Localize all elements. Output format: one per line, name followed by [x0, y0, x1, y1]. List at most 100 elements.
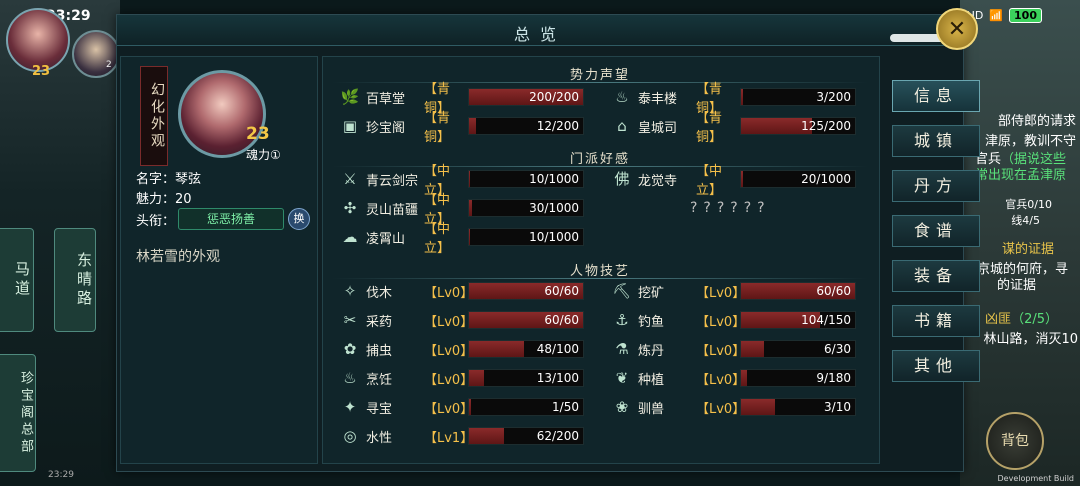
- quest-line: 部侍郎的请求: [997, 114, 1076, 129]
- skills-row[interactable]: ⚓ 钓鱼 【Lv0】 104/150: [612, 311, 856, 330]
- reputation-name: 皇城司: [638, 120, 678, 136]
- quest-line: 常出现在孟津原: [974, 168, 1066, 183]
- pot-icon: ♨: [615, 88, 629, 106]
- skills-row[interactable]: ✧ 伐木 【Lv0】 60/60: [340, 282, 584, 301]
- close-button[interactable]: ✕: [936, 8, 978, 50]
- reputation-progress-bar: 200/200: [468, 88, 584, 106]
- reputation-progress-bar: 3/200: [740, 88, 856, 106]
- soul-power-label: 魂力①: [246, 148, 281, 162]
- skills-name: 钓鱼: [638, 314, 665, 330]
- skills-row[interactable]: ♨ 烹饪 【Lv0】 13/100: [340, 369, 584, 388]
- reputation-progress-value: 200/200: [529, 90, 579, 104]
- sect-row[interactable]: 佛龙觉寺 【中立】 20/1000: [612, 164, 856, 198]
- axe-icon: ✧: [343, 282, 357, 300]
- reputation-row[interactable]: ♨ 泰丰楼 【青铜】 3/200: [612, 82, 856, 116]
- map-node-ma-dao[interactable]: 马道: [0, 228, 34, 332]
- skills-progress-bar: 3/10: [740, 398, 856, 416]
- section-sect: 门派好感: [569, 152, 630, 167]
- skills-row[interactable]: ✦ 寻宝 【Lv0】 1/50: [340, 398, 584, 417]
- charm-line: 魅力：20: [136, 192, 192, 207]
- skills-row[interactable]: ❦ 种植 【Lv0】 9/180: [612, 369, 856, 388]
- nav-tab-3[interactable]: 食谱: [892, 215, 980, 247]
- reputation-name: 泰丰楼: [638, 91, 678, 107]
- skills-progress-fill: [741, 399, 775, 415]
- skills-name: 寻宝: [366, 401, 393, 417]
- nav-tab-4[interactable]: 装备: [892, 260, 980, 292]
- sect-row[interactable]: ✣ 灵山苗疆 【中立】 30/1000: [340, 193, 584, 227]
- quest-line: 的证据: [996, 278, 1036, 293]
- sect-row[interactable]: ☁ 凌霄山 【中立】 10/1000: [340, 222, 584, 256]
- swap-title-icon[interactable]: 换: [288, 208, 310, 230]
- appearance-banner[interactable]: 幻化外观: [140, 66, 168, 166]
- reputation-row[interactable]: ⌂ 皇城司 【青铜】 125/200: [612, 111, 856, 145]
- nav-tab-0[interactable]: 信息: [892, 80, 980, 112]
- battery-indicator: 100: [1009, 8, 1042, 23]
- skills-tier: 【Lv0】: [424, 343, 474, 359]
- skills-progress-value: 62/200: [536, 429, 579, 443]
- player-avatar[interactable]: [6, 8, 70, 72]
- reputation-progress-value: 3/200: [816, 90, 851, 104]
- skills-progress-value: 104/150: [801, 313, 851, 327]
- skills-progress-fill: [469, 428, 504, 444]
- nav-tab-1[interactable]: 城镇: [892, 125, 980, 157]
- skills-row[interactable]: ⛏ 挖矿 【Lv0】 60/60: [612, 282, 856, 301]
- name-line: 名字：琴弦: [136, 172, 202, 187]
- character-portrait[interactable]: [178, 70, 266, 158]
- sect-row[interactable]: ⚔ 青云剑宗 【中立】 10/1000: [340, 164, 584, 198]
- divider: [332, 82, 868, 83]
- nav-tab-5[interactable]: 书籍: [892, 305, 980, 337]
- skills-progress-bar: 60/60: [468, 311, 584, 329]
- herb-icon: ✂: [343, 311, 357, 329]
- reputation-progress-fill: [469, 118, 476, 134]
- skills-row[interactable]: ◎ 水性 【Lv1】 62/200: [340, 427, 584, 446]
- nav-tab-2[interactable]: 丹方: [892, 170, 980, 202]
- reputation-progress-bar: 125/200: [740, 117, 856, 135]
- palace-icon: ⌂: [617, 117, 627, 135]
- skills-name: 伐木: [366, 285, 393, 301]
- skills-name: 水性: [366, 430, 393, 446]
- quest-line: 林山路，消灭10: [983, 332, 1078, 347]
- skills-progress-fill: [741, 370, 747, 386]
- skills-progress-value: 6/30: [824, 342, 851, 356]
- quest-progress: 官兵0/10: [1005, 198, 1052, 211]
- sect-tier: 【中立】: [696, 164, 723, 198]
- dev-build-label: Development Build: [997, 474, 1074, 483]
- skills-name: 驯兽: [638, 401, 665, 417]
- skills-name: 炼丹: [638, 343, 665, 359]
- map-node-zhenbao-hq[interactable]: 珍宝阁总部: [0, 354, 36, 472]
- skills-progress-bar: 13/100: [468, 369, 584, 387]
- skills-tier: 【Lv0】: [424, 372, 474, 388]
- skills-tier: 【Lv1】: [424, 430, 474, 446]
- skills-progress-value: 9/180: [816, 371, 851, 385]
- skills-tier: 【Lv0】: [424, 401, 474, 417]
- title-value: 惩恶扬善: [178, 208, 284, 230]
- butterfly-icon: ✣: [343, 199, 357, 217]
- sect-progress-fill: [469, 200, 472, 216]
- companion-avatar[interactable]: [72, 30, 120, 78]
- reputation-row[interactable]: ▣ 珍宝阁 【青铜】 12/200: [340, 111, 584, 145]
- skills-row[interactable]: ✂ 采药 【Lv0】 60/60: [340, 311, 584, 330]
- reputation-row[interactable]: 🌿 百草堂 【青铜】 200/200: [340, 82, 584, 116]
- skills-progress-value: 3/10: [824, 400, 851, 414]
- skills-row[interactable]: ❀ 驯兽 【Lv0】 3/10: [612, 398, 856, 417]
- modal-title: 总览: [513, 25, 566, 44]
- alchemy-icon: ⚗: [615, 340, 629, 358]
- reputation-progress-value: 125/200: [801, 119, 851, 133]
- map-node-dongqing-road[interactable]: 东晴路: [54, 228, 96, 332]
- sect-progress-bar: 20/1000: [740, 170, 856, 188]
- paw-icon: ❀: [615, 398, 629, 416]
- skills-row[interactable]: ✿ 捕虫 【Lv0】 48/100: [340, 340, 584, 359]
- sect-progress-bar: 30/1000: [468, 199, 584, 217]
- skills-name: 种植: [638, 372, 665, 388]
- sect-name: 龙觉寺: [638, 173, 678, 189]
- quest-progress: 线4/5: [1011, 214, 1040, 227]
- skills-progress-value: 13/100: [536, 371, 579, 385]
- bag-button[interactable]: 背包: [986, 412, 1044, 470]
- skills-progress-fill: [469, 341, 524, 357]
- skills-row[interactable]: ⚗ 炼丹 【Lv0】 6/30: [612, 340, 856, 359]
- sect-progress-value: 30/1000: [529, 201, 579, 215]
- skills-progress-bar: 104/150: [740, 311, 856, 329]
- sect-progress-value: 10/1000: [529, 230, 579, 244]
- nav-tab-6[interactable]: 其他: [892, 350, 980, 382]
- chest-icon: ▣: [342, 117, 358, 135]
